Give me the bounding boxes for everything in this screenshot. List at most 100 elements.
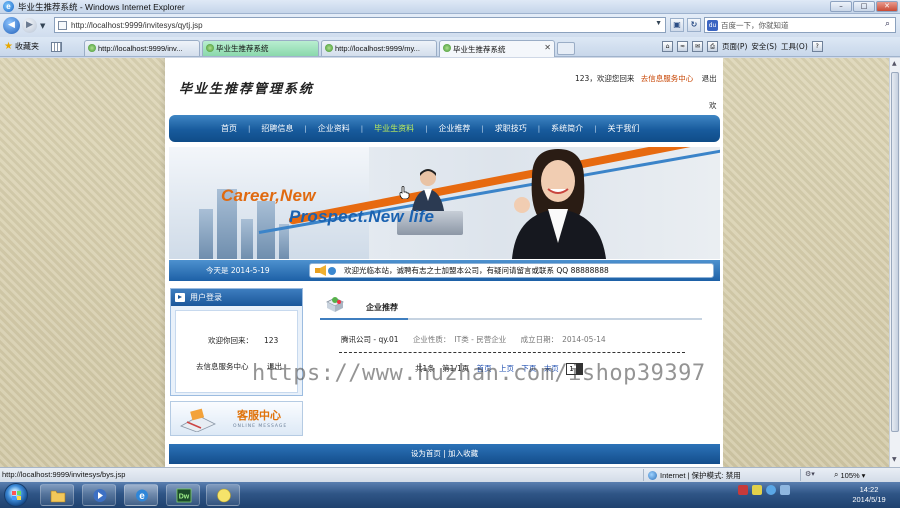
menu-tools[interactable]: 工具(O) [781,41,808,52]
tab-2[interactable]: 毕业生推荐系统 [202,40,319,56]
banner-building [241,219,253,259]
tray-app-icon[interactable] [752,485,762,495]
close-icon[interactable]: ✕ [876,1,898,12]
ticker-text: 欢迎光临本站，诚聘有志之士加盟本公司，有疑问请留言或联系 QQ 88888888 [344,266,609,275]
tray-volume-icon[interactable] [780,485,790,495]
taskbar-app[interactable] [206,484,240,506]
search-input[interactable]: du 百度一下，你就知道 ⌕ [704,17,896,33]
search-icon[interactable]: ⌕ [885,19,890,29]
compatibility-icon[interactable]: ▣ [670,18,684,32]
logout-link[interactable]: 退出 [702,74,717,83]
site-footer: 设为首页 | 加入收藏 [169,444,720,464]
zoom-dropdown-icon[interactable]: ▾ [862,471,866,480]
taskbar-media-player[interactable] [82,484,116,506]
recommend-section-icon [326,297,344,312]
nav-item-jobs[interactable]: 招聘信息 [261,123,293,134]
security-zone[interactable]: Internet | 保护模式: 禁用 [648,470,741,481]
taskbar-explorer[interactable] [40,484,74,506]
sidebar-logout-link[interactable]: 退出 [267,361,282,372]
nav-item-about[interactable]: 关于我们 [608,123,640,134]
nav-item-home[interactable]: 首页 [221,123,237,134]
quick-tabs-icon[interactable] [50,41,62,52]
customer-service-panel[interactable]: 客服中心 ONLINE MESSAGE [170,401,303,436]
system-tray [738,485,790,495]
menu-page[interactable]: 页面(P) [722,41,747,52]
founded-value: 2014-05-14 [562,335,606,344]
tab-3[interactable]: http://localhost:9999/my... [321,40,437,56]
tray-app-icon[interactable] [738,485,748,495]
tab-close-icon[interactable]: ✕ [544,43,551,52]
page-select[interactable]: 1 [566,363,584,375]
vertical-scrollbar[interactable]: ▲ ▼ [889,58,900,467]
tab-favicon [443,44,451,52]
favorites-button[interactable]: ★ 收藏夹 [4,41,39,52]
login-panel-header: 用户登录 [171,289,302,306]
scrollbar-thumb[interactable] [891,72,899,432]
mail-icon[interactable]: ✉ [692,41,703,52]
tab-label: 毕业生推荐系统 [216,44,269,53]
sidebar-service-link[interactable]: 去信息服务中心 [196,361,249,372]
address-input[interactable]: http://localhost:9999/invitesys/qytj.jsp… [54,17,666,33]
scroll-up-icon[interactable]: ▲ [892,60,897,67]
status-bar: http://localhost:9999/invitesys/bys.jsp … [0,467,900,482]
ie-logo-icon: e [3,1,14,12]
main-nav: 首页 | 招聘信息 | 企业资料 | 毕业生资料 | 企业推荐 | 求职技巧 |… [169,115,720,142]
feeds-icon[interactable]: ≈ [677,41,688,52]
nav-item-intro[interactable]: 系统简介 [551,123,583,134]
nav-item-tips[interactable]: 求职技巧 [495,123,527,134]
taskbar-dreamweaver[interactable]: Dw [166,484,200,506]
globe-icon [648,471,657,480]
pager-prev[interactable]: 上页 [499,364,514,373]
svg-text:e: e [139,491,145,502]
status-divider [643,469,644,481]
add-favorite-link[interactable]: 加入收藏 [448,449,478,458]
info-bar: 今天是 2014-5-19 欢迎光临本站，诚聘有志之士加盟本公司，有疑问请留言或… [169,260,720,281]
company-name[interactable]: 腾讯公司 - qy.01 [341,335,399,344]
address-dropdown-icon[interactable]: ▼ [655,20,662,27]
login-panel-body: 欢迎你回来： 123 去信息服务中心 退出 [175,310,298,393]
pager-next[interactable]: 下页 [521,364,536,373]
popup-blocker-icon[interactable]: ⚙▾ [805,470,815,478]
customer-service-title: 客服中心 [237,409,281,422]
tab-label: http://localhost:9999/inv... [98,44,183,53]
search-engine-icon[interactable]: du [707,20,718,31]
tray-network-icon[interactable] [766,485,776,495]
print-icon[interactable]: ⎙ [707,41,718,52]
command-bar: ⌂ ≈ ✉ ⎙ 页面(P) 安全(S) 工具(O) ? [662,41,823,52]
nav-separator: | [304,124,307,133]
page-viewport: 毕业生推荐管理系统 123，欢迎您回来 去信息服务中心 退出 欢 首页 | 招聘… [0,58,889,467]
dreamweaver-icon: Dw [176,488,192,503]
maximize-icon[interactable]: □ [853,1,875,12]
taskbar-internet-explorer[interactable]: e [124,484,158,506]
menu-safety[interactable]: 安全(S) [751,41,777,52]
minimize-icon[interactable]: – [830,1,852,12]
zoom-control[interactable]: ⌕ 105% ▾ [834,470,865,480]
new-tab-button[interactable] [557,42,575,55]
today-date: 今天是 2014-5-19 [206,266,270,275]
home-icon[interactable]: ⌂ [662,41,673,52]
pager-last[interactable]: 末页 [544,364,559,373]
scroll-down-icon[interactable]: ▼ [892,456,897,463]
refresh-icon[interactable]: ↻ [687,18,701,32]
company-row[interactable]: 腾讯公司 - qy.01 企业性质： IT类 - 民营企业 成立日期： 2014-0… [341,334,606,345]
service-center-link[interactable]: 去信息服务中心 [641,74,694,83]
nav-item-recommend[interactable]: 企业推荐 [438,123,470,134]
help-icon[interactable]: ? [811,41,823,52]
nav-item-companies[interactable]: 企业资料 [318,123,350,134]
tab-1[interactable]: http://localhost:9999/inv... [84,40,200,56]
taskbar-clock[interactable]: 14:22 2014/5/19 [840,485,898,505]
back-button[interactable]: ◀ [3,17,20,34]
media-player-icon [93,489,107,502]
history-dropdown-icon[interactable]: ▼ [40,22,45,30]
nav-item-graduates[interactable]: 毕业生资料 [374,123,414,134]
start-button[interactable] [4,483,28,507]
sidebar-welcome-label: 欢迎你回来： [208,336,253,345]
banner-building [199,209,213,259]
forward-button[interactable]: ▶ [22,18,37,33]
pager-first[interactable]: 首页 [477,364,492,373]
clock-time: 14:22 [859,485,879,494]
tab-label: http://localhost:9999/my... [335,44,420,53]
set-home-link[interactable]: 设为首页 [411,449,441,458]
tab-4-active[interactable]: 毕业生推荐系统 ✕ [439,40,555,57]
row-divider [339,352,685,353]
